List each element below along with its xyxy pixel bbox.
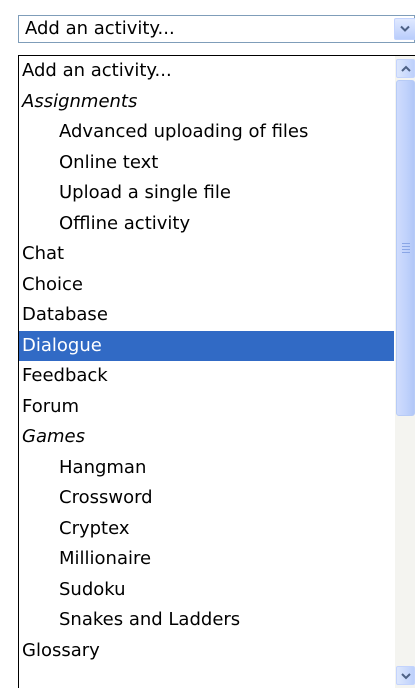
list-option[interactable]: Database xyxy=(19,300,394,331)
scroll-up-button[interactable] xyxy=(396,59,415,78)
list-option[interactable]: Chat xyxy=(19,239,394,270)
chevron-up-icon xyxy=(401,65,411,72)
list-option[interactable]: Sudoku xyxy=(19,575,394,606)
list-option[interactable]: Millionaire xyxy=(19,544,394,575)
list-option[interactable]: Cryptex xyxy=(19,514,394,545)
grip-line xyxy=(402,246,410,247)
list-option[interactable]: Glossary xyxy=(19,636,394,667)
list-option[interactable]: Hangman xyxy=(19,453,394,484)
activity-select[interactable]: Add an activity... xyxy=(18,15,415,43)
scroll-thumb[interactable] xyxy=(396,80,415,416)
scrollbar[interactable] xyxy=(395,56,415,688)
select-dropdown-button[interactable] xyxy=(394,18,415,40)
scroll-down-button[interactable] xyxy=(396,666,415,685)
list-option[interactable]: Crossword xyxy=(19,483,394,514)
list-option[interactable]: Online text xyxy=(19,148,394,179)
list-option[interactable]: Offline activity xyxy=(19,209,394,240)
grip-line xyxy=(402,243,410,244)
list-option[interactable]: Snakes and Ladders xyxy=(19,605,394,636)
list-option[interactable]: Add an activity... xyxy=(19,56,394,87)
activity-dropdown-list: Add an activity... Assignments Advanced up… xyxy=(18,55,415,688)
optgroup-label: Assignments xyxy=(22,90,138,112)
chevron-down-icon xyxy=(401,673,411,680)
optgroup-label: Games xyxy=(22,426,85,447)
list-option[interactable]: Advanced uploading of files xyxy=(19,117,394,148)
list-option[interactable]: Feedback xyxy=(19,361,394,392)
list-option[interactable]: Dialogue xyxy=(19,330,394,361)
grip-line xyxy=(402,252,410,253)
grip-line xyxy=(402,249,410,250)
list-option[interactable]: Forum xyxy=(19,392,394,423)
chevron-down-icon xyxy=(400,25,410,32)
list-option[interactable]: Upload a single file xyxy=(19,178,394,209)
select-value: Add an activity... xyxy=(25,18,175,39)
option-list: Add an activity... Assignments Advanced up… xyxy=(19,56,394,666)
list-option[interactable]: Choice xyxy=(19,270,394,301)
